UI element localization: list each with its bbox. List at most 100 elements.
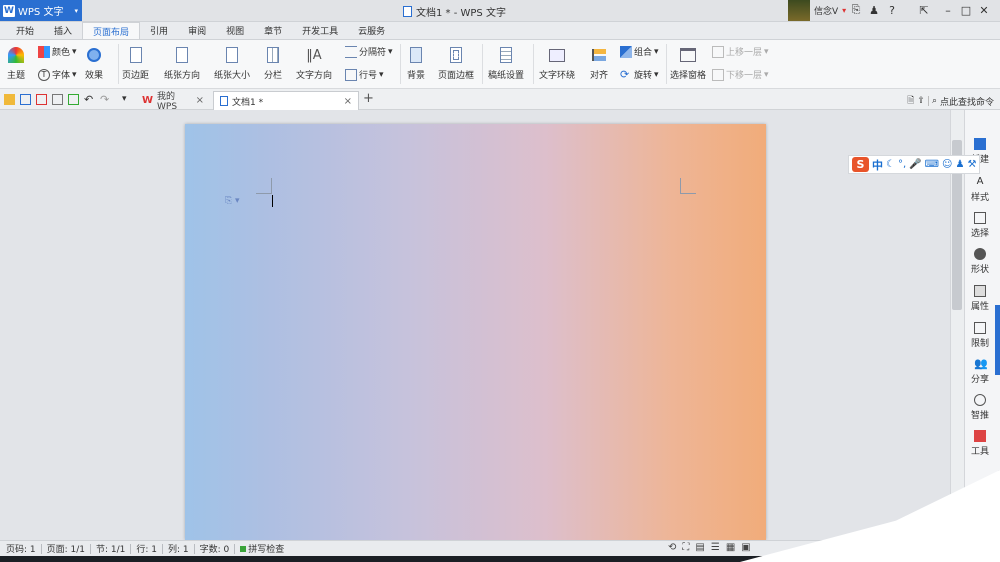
sidebar-item-tools[interactable]: 工具: [964, 430, 996, 457]
reading-view-icon[interactable]: ▣: [741, 542, 750, 553]
print-preview-icon[interactable]: [68, 94, 79, 105]
sidebar-label: 智推: [970, 411, 989, 421]
skin-icon[interactable]: ⎘: [848, 3, 864, 17]
tab-review[interactable]: 审阅: [178, 22, 216, 39]
sidebar-item-recommend[interactable]: 智推: [964, 394, 996, 421]
export-pdf-icon[interactable]: [36, 94, 47, 105]
margins-button[interactable]: 页边距: [122, 44, 149, 81]
rotate-button[interactable]: ⟳ 旋转 ▾: [620, 68, 659, 81]
punctuation-icon[interactable]: °,: [898, 159, 906, 170]
undo-icon[interactable]: ↶: [84, 94, 95, 105]
font-button[interactable]: T 字体 ▾: [38, 68, 77, 81]
new-tab-icon[interactable]: +: [363, 91, 374, 106]
tab-document[interactable]: 文档1 * ×: [213, 91, 359, 110]
history-icon[interactable]: ⟲: [668, 542, 676, 553]
columns-button[interactable]: 分栏: [263, 44, 283, 81]
document-page[interactable]: [185, 124, 766, 540]
customize-chevron-icon[interactable]: ▾: [122, 94, 133, 105]
bring-forward-button[interactable]: 上移一层 ▾: [712, 45, 769, 58]
open-folder-icon[interactable]: [4, 94, 15, 105]
wps-logo-icon: W: [3, 4, 15, 17]
outline-view-icon[interactable]: ☰: [711, 542, 720, 553]
ime-toolbar[interactable]: S 中 ☾ °, 🎤 ⌨ ☺ ♟ ⚒: [848, 155, 981, 174]
paragraph-handle-icon[interactable]: ⎘ ▾: [225, 196, 240, 206]
redo-icon[interactable]: ↷: [100, 94, 111, 105]
command-search[interactable]: 🗎 ⇪ ⌕ 点此查找命令: [907, 93, 994, 109]
group-button[interactable]: 组合 ▾: [620, 45, 659, 58]
doc-icon[interactable]: 🗎: [907, 93, 914, 109]
print-icon[interactable]: [52, 94, 63, 105]
send-backward-button[interactable]: 下移一层 ▾: [712, 68, 769, 81]
moon-icon[interactable]: ☾: [886, 159, 895, 170]
selection-pane-button[interactable]: 选择窗格: [670, 44, 706, 81]
close-icon[interactable]: ×: [344, 96, 352, 107]
sidebar-item-shapes[interactable]: 形状: [964, 248, 996, 275]
document-icon: [403, 6, 412, 17]
text-direction-button[interactable]: ‖A 文字方向: [296, 44, 332, 82]
keyboard-icon[interactable]: ⌨: [925, 159, 939, 170]
side-pane-collapse-handle[interactable]: [995, 305, 1000, 375]
sidebar-label: 属性: [970, 302, 989, 312]
theme-button[interactable]: 主题: [6, 44, 26, 81]
save-icon[interactable]: [20, 94, 31, 105]
web-view-icon[interactable]: ▦: [726, 542, 735, 553]
align-button[interactable]: 对齐: [589, 44, 609, 81]
user-icon[interactable]: ☺: [942, 159, 952, 170]
share-icon[interactable]: ⇪: [917, 96, 925, 106]
share-people-icon: 👥: [974, 357, 988, 370]
minimize-button[interactable]: –: [940, 4, 956, 17]
tab-my-wps[interactable]: W 我的WPS ×: [136, 91, 210, 112]
microphone-icon[interactable]: 🎤: [909, 159, 921, 170]
status-section: 节: 1/1: [96, 545, 126, 555]
user-area[interactable]: 信念V ▾: [788, 0, 846, 21]
restore-window-icon[interactable]: ⇱: [916, 4, 932, 17]
maximize-button[interactable]: □: [958, 4, 974, 17]
tab-developer[interactable]: 开发工具: [292, 22, 348, 39]
selection-pane-label: 选择窗格: [670, 71, 707, 81]
tab-page-layout[interactable]: 页面布局: [82, 22, 141, 39]
tab-insert[interactable]: 插入: [44, 22, 82, 39]
wrench-icon[interactable]: ⚒: [967, 159, 976, 170]
bulb-icon: [974, 394, 986, 406]
sidebar-label: 样式: [970, 193, 989, 203]
colors-button[interactable]: 颜色 ▾: [38, 45, 77, 58]
tab-chapter[interactable]: 章节: [254, 22, 292, 39]
line-numbers-button[interactable]: 行号 ▾: [345, 68, 384, 81]
tab-start[interactable]: 开始: [6, 22, 44, 39]
sidebar-item-properties[interactable]: 属性: [964, 285, 996, 312]
manuscript-button[interactable]: 稿纸设置: [488, 44, 524, 81]
user-name[interactable]: 信念V: [814, 4, 838, 17]
ime-mode[interactable]: 中: [872, 157, 883, 173]
text-wrap-label: 文字环绕: [539, 71, 576, 81]
avatar[interactable]: [788, 0, 810, 21]
close-button[interactable]: ✕: [976, 4, 992, 17]
help-icon[interactable]: ?: [884, 4, 900, 17]
background-button[interactable]: 背景: [406, 44, 426, 81]
tab-view[interactable]: 视图: [216, 22, 254, 39]
sidebar-item-styles[interactable]: A 样式: [964, 176, 996, 203]
paper-size-button[interactable]: 纸张大小: [214, 44, 250, 81]
menu-bar: 开始 插入 页面布局 引用 审阅 视图 章节 开发工具 云服务: [0, 22, 1000, 40]
columns-icon: [263, 44, 283, 66]
spell-check-button[interactable]: 拼写检查: [240, 542, 284, 555]
app-menu-button[interactable]: W WPS 文字 ▾: [0, 0, 82, 21]
sidebar-item-restrict[interactable]: 限制: [964, 322, 996, 349]
tab-cloud[interactable]: 云服务: [348, 22, 395, 39]
effects-label: 效果: [84, 71, 103, 81]
sidebar-item-select[interactable]: 选择: [964, 212, 996, 239]
tab-references[interactable]: 引用: [140, 22, 178, 39]
shirt-icon[interactable]: ♟: [866, 4, 882, 17]
theme-icon: [6, 44, 26, 66]
page-view-icon[interactable]: ▤: [695, 542, 704, 553]
shirt-icon[interactable]: ♟: [955, 159, 964, 170]
text-wrap-button[interactable]: 文字环绕: [539, 44, 575, 81]
sidebar-item-share[interactable]: 👥 分享: [964, 357, 996, 386]
page-border-button[interactable]: 页面边框: [438, 44, 474, 81]
effects-button[interactable]: 效果: [84, 44, 104, 81]
sidebar-label: 限制: [970, 339, 989, 349]
window-title: 文档1 * - WPS 文字: [403, 4, 506, 19]
fullscreen-icon[interactable]: ⛶: [682, 542, 689, 553]
breaks-button[interactable]: 分隔符 ▾: [345, 45, 393, 58]
close-icon[interactable]: ×: [196, 95, 204, 106]
orientation-button[interactable]: 纸张方向: [164, 44, 200, 81]
